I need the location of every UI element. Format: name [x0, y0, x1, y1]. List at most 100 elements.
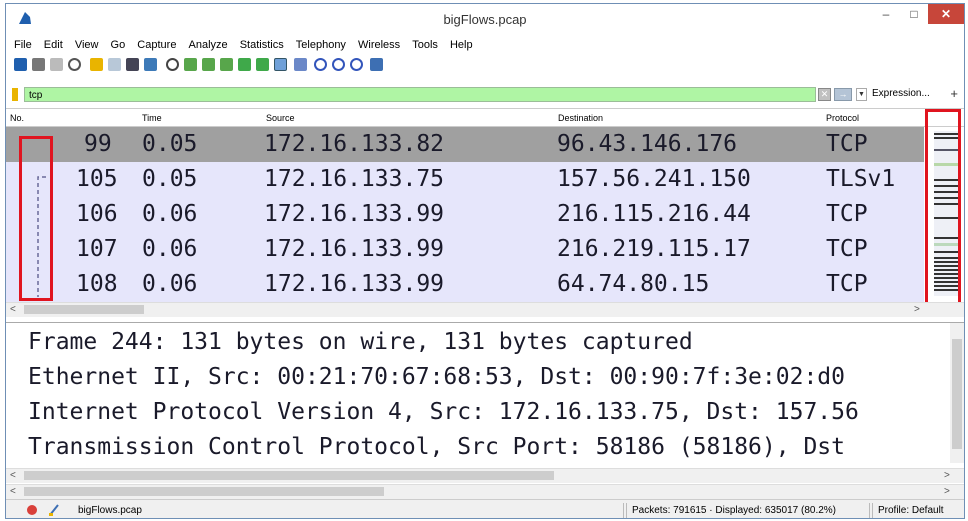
packet-destination: 96.43.146.176	[557, 131, 738, 157]
capture-comment-icon[interactable]	[48, 503, 60, 517]
detail-frame[interactable]: Frame 244: 131 bytes on wire, 131 bytes …	[28, 329, 693, 355]
bytes-hscrollbar[interactable]: < >	[6, 484, 964, 499]
display-filter-input[interactable]: tcp	[24, 87, 816, 102]
column-no[interactable]: No.	[10, 113, 24, 123]
bytes-hscroll-thumb[interactable]	[24, 487, 384, 496]
menu-wireless[interactable]: Wireless	[358, 37, 400, 53]
zoom-out-icon[interactable]	[332, 58, 345, 71]
status-divider	[623, 503, 624, 518]
packet-no: 106	[76, 201, 118, 227]
menu-view[interactable]: View	[75, 37, 99, 53]
packet-source: 172.16.133.82	[264, 131, 445, 157]
packet-no: 107	[76, 236, 118, 262]
detail-ip[interactable]: Internet Protocol Version 4, Src: 172.16…	[28, 399, 859, 425]
packet-protocol: TLSv1	[826, 166, 896, 192]
menu-tools[interactable]: Tools	[412, 37, 438, 53]
packet-source: 172.16.133.99	[264, 236, 445, 262]
menu-go[interactable]: Go	[111, 37, 126, 53]
column-time[interactable]: Time	[142, 113, 162, 123]
details-vscroll-thumb[interactable]	[952, 339, 962, 449]
menu-analyze[interactable]: Analyze	[189, 37, 228, 53]
menu-statistics[interactable]: Statistics	[240, 37, 284, 53]
packet-protocol: TCP	[826, 201, 868, 227]
packet-time: 0.06	[142, 201, 198, 227]
status-bar: bigFlows.pcap Packets: 791615 · Displaye…	[6, 499, 964, 518]
packet-no: 99	[84, 131, 112, 157]
detail-ethernet[interactable]: Ethernet II, Src: 00:21:70:67:68:53, Dst…	[28, 364, 845, 390]
column-destination[interactable]: Destination	[558, 113, 603, 123]
last-packet-icon[interactable]	[256, 58, 269, 71]
window-title: bigFlows.pcap	[443, 12, 527, 27]
packet-row[interactable]: 99 0.05 172.16.133.82 96.43.146.176 TCP	[6, 127, 924, 162]
menu-help[interactable]: Help	[450, 37, 473, 53]
scroll-right-arrow-icon[interactable]: >	[914, 303, 920, 317]
menu-file[interactable]: File	[14, 37, 32, 53]
packet-list-hscroll-thumb[interactable]	[24, 305, 144, 314]
capture-options-icon[interactable]	[68, 58, 81, 71]
close-file-icon[interactable]	[126, 58, 139, 71]
scroll-left-arrow-icon[interactable]: <	[10, 485, 16, 499]
close-button[interactable]: ✕	[928, 4, 964, 24]
detail-tcp[interactable]: Transmission Control Protocol, Src Port:…	[28, 434, 845, 460]
go-to-packet-icon[interactable]	[220, 58, 233, 71]
packet-no: 108	[76, 271, 118, 297]
menu-capture[interactable]: Capture	[137, 37, 176, 53]
packet-destination: 216.115.216.44	[557, 201, 751, 227]
status-profile[interactable]: Profile: Default	[878, 505, 944, 516]
details-hscroll-thumb[interactable]	[24, 471, 554, 480]
packet-list-header: No. Time Source Destination Protocol	[6, 109, 964, 127]
zoom-reset-icon[interactable]	[350, 58, 363, 71]
menu-telephony[interactable]: Telephony	[296, 37, 346, 53]
scroll-right-arrow-icon[interactable]: >	[944, 469, 950, 483]
status-packet-counts: Packets: 791615 · Displayed: 635017 (80.…	[632, 505, 837, 516]
zoom-in-icon[interactable]	[314, 58, 327, 71]
go-back-icon[interactable]	[184, 58, 197, 71]
open-file-icon[interactable]	[90, 58, 103, 71]
packet-list: No. Time Source Destination Protocol 99 …	[6, 108, 964, 320]
first-packet-icon[interactable]	[238, 58, 251, 71]
status-divider	[872, 503, 873, 518]
start-capture-icon[interactable]	[14, 58, 27, 71]
column-protocol[interactable]: Protocol	[826, 113, 859, 123]
packet-no: 105	[76, 166, 118, 192]
autoscroll-icon[interactable]	[274, 58, 287, 71]
scroll-right-arrow-icon[interactable]: >	[944, 485, 950, 499]
reload-file-icon[interactable]	[144, 58, 157, 71]
scroll-left-arrow-icon[interactable]: <	[10, 303, 16, 317]
filter-bookmark-icon[interactable]	[12, 88, 18, 101]
details-hscrollbar[interactable]: < >	[6, 468, 964, 483]
highlight-box-left	[19, 136, 53, 301]
packet-row[interactable]: 106 0.06 172.16.133.99 216.115.216.44 TC…	[6, 197, 924, 232]
packet-source: 172.16.133.99	[264, 201, 445, 227]
column-source[interactable]: Source	[266, 113, 295, 123]
details-vscrollbar[interactable]	[950, 323, 964, 463]
packet-source: 172.16.133.75	[264, 166, 445, 192]
stop-capture-icon[interactable]	[32, 58, 45, 71]
packet-list-hscrollbar[interactable]: < >	[6, 302, 964, 317]
colorize-icon[interactable]	[294, 58, 307, 71]
resize-columns-icon[interactable]	[370, 58, 383, 71]
packet-row[interactable]: 107 0.06 172.16.133.99 216.219.115.17 TC…	[6, 232, 924, 267]
restart-capture-icon[interactable]	[50, 58, 63, 71]
apply-filter-icon[interactable]: →	[834, 88, 852, 101]
expression-button[interactable]: Expression...	[872, 88, 930, 99]
go-forward-icon[interactable]	[202, 58, 215, 71]
add-filter-button[interactable]: +	[950, 86, 958, 101]
expert-info-icon[interactable]	[26, 504, 38, 516]
packet-destination: 157.56.241.150	[557, 166, 751, 192]
filter-dropdown-icon[interactable]: ▼	[856, 88, 867, 101]
packet-protocol: TCP	[826, 271, 868, 297]
status-file-name: bigFlows.pcap	[78, 505, 142, 516]
save-file-icon[interactable]	[108, 58, 121, 71]
packet-destination: 64.74.80.15	[557, 271, 710, 297]
clear-filter-icon[interactable]: ✕	[818, 88, 831, 101]
scroll-left-arrow-icon[interactable]: <	[10, 469, 16, 483]
status-divider	[626, 503, 627, 518]
packet-row[interactable]: 105 0.05 172.16.133.75 157.56.241.150 TL…	[6, 162, 924, 197]
menu-edit[interactable]: Edit	[44, 37, 63, 53]
maximize-button[interactable]: □	[900, 4, 928, 24]
packet-row[interactable]: 108 0.06 172.16.133.99 64.74.80.15 TCP	[6, 267, 924, 302]
find-packet-icon[interactable]	[166, 58, 179, 71]
packet-source: 172.16.133.99	[264, 271, 445, 297]
minimize-button[interactable]: –	[872, 4, 900, 24]
